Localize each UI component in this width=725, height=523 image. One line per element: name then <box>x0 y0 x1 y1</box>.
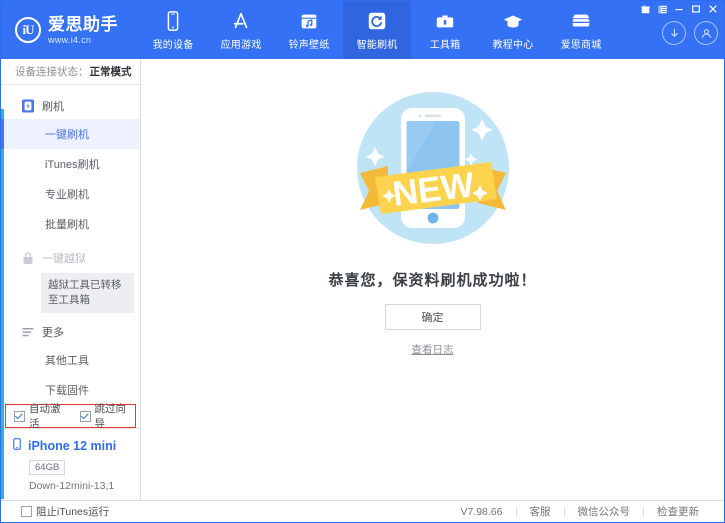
sidebar-item-one-key-flash[interactable]: 一键刷机 <box>1 119 140 149</box>
sidebar-item-batch-flash[interactable]: 批量刷机 <box>1 209 140 239</box>
brand-text: 爱思助手 www.i4.cn <box>48 16 118 45</box>
phone-icon <box>162 10 184 32</box>
sidebar-item-pro-flash[interactable]: 专业刷机 <box>1 179 140 209</box>
version-label: V7.98.66 <box>447 506 515 518</box>
sidebar-group-flash[interactable]: 刷机 <box>1 93 140 119</box>
status-bar-right: V7.98.66 客服 微信公众号 检查更新 <box>141 504 724 519</box>
music-icon <box>298 10 320 32</box>
connection-status: 设备连接状态：正常模式 <box>1 59 140 85</box>
skip-setup-checkbox[interactable]: 跳过向导 <box>80 401 136 431</box>
brand-logo[interactable]: iU 爱思助手 www.i4.cn <box>1 1 133 59</box>
list-icon <box>21 325 35 339</box>
nav-label: 爱思商城 <box>561 36 602 51</box>
close-icon[interactable] <box>706 3 720 15</box>
maximize-icon[interactable] <box>689 3 703 15</box>
wechat-link[interactable]: 微信公众号 <box>565 504 644 519</box>
sidebar-item-label: 批量刷机 <box>45 216 89 232</box>
device-info[interactable]: iPhone 12 mini 64GB Down-12mini-13,1 <box>1 428 140 500</box>
nav-label: 铃声壁纸 <box>289 36 330 51</box>
connection-status-label: 设备连接状态： <box>15 64 89 79</box>
nav-item-smart-flash[interactable]: 智能刷机 <box>343 1 411 59</box>
refresh-icon <box>366 10 388 32</box>
nav-item-ringtones-wallpaper[interactable]: 铃声壁纸 <box>275 1 343 59</box>
nav-item-my-device[interactable]: 我的设备 <box>139 1 207 59</box>
device-capacity: 64GB <box>29 460 65 475</box>
skip-setup-label: 跳过向导 <box>95 401 136 431</box>
device-name: iPhone 12 mini <box>28 439 116 453</box>
success-message: 恭喜您，保资料刷机成功啦！ <box>328 269 536 290</box>
support-link[interactable]: 客服 <box>517 504 564 519</box>
appstore-icon <box>230 10 252 32</box>
sidebar-item-label: 专业刷机 <box>45 186 89 202</box>
nav-item-apps-games[interactable]: 应用游戏 <box>207 1 275 59</box>
main-content: NEW 恭喜您，保资料刷机成功啦！ 确定 查看日志 <box>141 59 724 500</box>
nav-item-toolbox[interactable]: 工具箱 <box>411 1 479 59</box>
sidebar-item-download-firmware[interactable]: 下载固件 <box>1 375 140 404</box>
flash-icon <box>21 99 35 113</box>
sidebar-item-other-tools[interactable]: 其他工具 <box>1 345 140 375</box>
nav-item-tutorials[interactable]: 教程中心 <box>479 1 547 59</box>
auto-activate-checkbox[interactable]: 自动激活 <box>14 401 70 431</box>
jailbreak-tooltip: 越狱工具已转移至工具箱 <box>41 273 134 313</box>
main-nav: 我的设备 应用游戏 铃声壁纸 智能刷机 <box>139 1 615 59</box>
sidebar-menu: 刷机 一键刷机 iTunes刷机 专业刷机 批量刷机 <box>1 85 140 404</box>
menu-icon[interactable] <box>655 3 669 15</box>
sidebar-item-label: 其他工具 <box>45 352 89 368</box>
auto-activate-label: 自动激活 <box>29 401 70 431</box>
sidebar-item-itunes-flash[interactable]: iTunes刷机 <box>1 149 140 179</box>
view-log-link[interactable]: 查看日志 <box>412 342 454 357</box>
connection-status-value: 正常模式 <box>90 64 132 79</box>
sidebar-item-label: 下载固件 <box>45 382 89 398</box>
brand-name: 爱思助手 <box>48 16 118 33</box>
sidebar-group-label: 刷机 <box>42 98 64 114</box>
gift-icon[interactable] <box>638 3 652 15</box>
nav-item-store[interactable]: 爱思商城 <box>547 1 615 59</box>
sidebar-group-label: 一键越狱 <box>42 250 86 266</box>
nav-label: 应用游戏 <box>221 36 262 51</box>
confirm-button[interactable]: 确定 <box>385 304 481 330</box>
block-itunes-label: 阻止iTunes运行 <box>36 504 109 519</box>
download-icon[interactable] <box>662 21 686 45</box>
app-window: iU 爱思助手 www.i4.cn 我的设备 应用游戏 <box>0 0 725 523</box>
logo-mark-icon: iU <box>15 17 41 43</box>
graduation-icon <box>502 10 524 32</box>
device-name-row: iPhone 12 mini <box>11 437 140 455</box>
app-header: iU 爱思助手 www.i4.cn 我的设备 应用游戏 <box>1 1 724 59</box>
header-actions <box>662 21 718 45</box>
user-icon[interactable] <box>694 21 718 45</box>
flash-options-highlight: 自动激活 跳过向导 <box>5 404 136 428</box>
block-itunes-checkbox[interactable]: 阻止iTunes运行 <box>21 504 109 519</box>
window-controls <box>638 3 720 15</box>
sidebar-item-label: iTunes刷机 <box>45 156 100 172</box>
toolbox-icon <box>434 10 456 32</box>
sidebar-group-jailbreak: 一键越狱 <box>1 245 140 271</box>
nav-label: 我的设备 <box>153 36 194 51</box>
status-bar: 阻止iTunes运行 V7.98.66 客服 微信公众号 检查更新 <box>1 500 724 522</box>
new-phone-badge-illustration: NEW <box>342 77 524 259</box>
sidebar-group-label: 更多 <box>42 324 64 340</box>
sidebar-group-more[interactable]: 更多 <box>1 319 140 345</box>
sidebar-item-label: 一键刷机 <box>45 126 89 142</box>
checkbox-box-icon[interactable] <box>80 411 91 422</box>
nav-label: 智能刷机 <box>357 36 398 51</box>
nav-label: 教程中心 <box>493 36 534 51</box>
nav-label: 工具箱 <box>430 36 461 51</box>
minimize-icon[interactable] <box>672 3 686 15</box>
checkbox-box-icon[interactable] <box>14 411 25 422</box>
lock-icon <box>21 251 35 265</box>
status-bar-left: 阻止iTunes运行 <box>1 504 141 519</box>
device-icon <box>11 437 23 455</box>
check-update-link[interactable]: 检查更新 <box>644 504 712 519</box>
shop-icon <box>570 10 592 32</box>
brand-url: www.i4.cn <box>48 36 118 45</box>
app-body: 设备连接状态：正常模式 刷机 一键刷机 iTunes刷机 专业刷机 <box>1 59 724 500</box>
sidebar: 设备连接状态：正常模式 刷机 一键刷机 iTunes刷机 专业刷机 <box>1 59 141 500</box>
checkbox-box-icon[interactable] <box>21 506 32 517</box>
device-model: Down-12mini-13,1 <box>29 480 140 492</box>
